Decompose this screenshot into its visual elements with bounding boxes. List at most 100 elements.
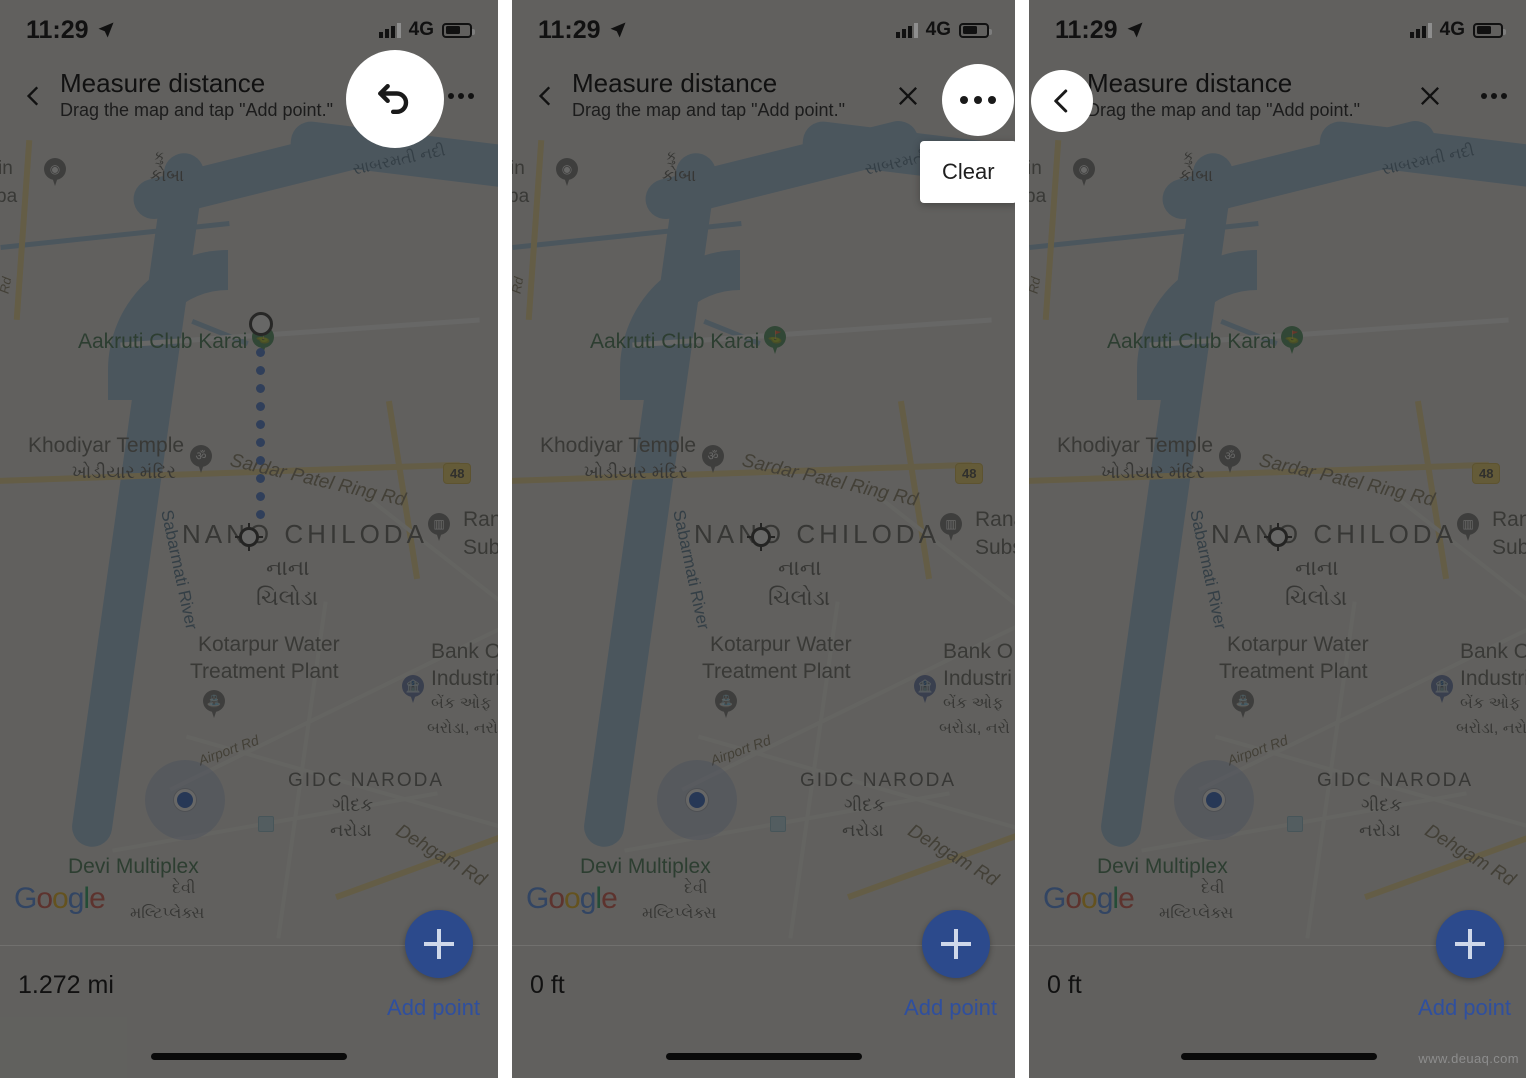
- map-label-left-rd: Rd: [1029, 275, 1044, 295]
- map-label-khodiyar-temple-gujarati: ખોડીયાર મંદિર: [1101, 462, 1205, 482]
- map-label-devi-multiplex: Devi Multiplex: [68, 855, 199, 878]
- close-button[interactable]: [1413, 79, 1447, 113]
- page-title: Measure distance: [1087, 68, 1293, 99]
- panel-2-overflow-menu-open: કુ કોબા સાબરમતી નદી in ba Rd Aakruti Clu…: [512, 0, 1015, 1078]
- map-label-rana-l1: Rana: [463, 508, 498, 531]
- map-label-gidc-gu1: ગીદક: [332, 795, 374, 815]
- add-point-label[interactable]: Add point: [904, 995, 997, 1021]
- undo-button-highlight[interactable]: [346, 50, 444, 148]
- measure-center-crosshair: [747, 523, 775, 551]
- map-label-nano-chiloda-gu1: નાના: [1295, 555, 1339, 580]
- map-label-bank-l1: Bank O: [431, 640, 498, 663]
- map-label-nano-chiloda-gu1: નાના: [266, 555, 310, 580]
- map-label-sardar-patel-ring-rd: Sardar Patel Ring Rd: [228, 450, 408, 511]
- menu-item-clear[interactable]: Clear: [920, 155, 1015, 189]
- add-point-fab[interactable]: [922, 910, 990, 978]
- back-button[interactable]: [14, 76, 54, 116]
- more-horizontal-icon: [960, 96, 996, 104]
- map-pin-kotarpur-plant[interactable]: ⛲: [715, 690, 737, 720]
- map-pin-bank-of-baroda[interactable]: 🏦: [402, 675, 424, 705]
- map-label-devi-gu1: દેવી: [684, 880, 708, 897]
- map-pin-rana-substation[interactable]: ▥: [428, 513, 450, 543]
- close-x-icon: [899, 87, 917, 105]
- map-label-bank-l1: Bank O: [943, 640, 1014, 663]
- map-label-gidc-naroda: GIDC NARODA: [800, 770, 957, 791]
- map-label-khodiyar-temple-gujarati: ખોડીયાર મંદિર: [72, 462, 176, 482]
- map-pin-khodiyar-temple[interactable]: ॐ: [190, 445, 212, 475]
- screenshot-triptych: કુ કોબા સાબરમતી નદી in ba Rd Aakruti Clu…: [0, 0, 1526, 1078]
- add-point-fab[interactable]: [1436, 910, 1504, 978]
- overflow-menu-button-highlight[interactable]: [942, 64, 1014, 136]
- map-pin-bank-of-baroda[interactable]: 🏦: [1431, 675, 1453, 705]
- add-point-label[interactable]: Add point: [1418, 995, 1511, 1021]
- map-pin-kotarpur-plant[interactable]: ⛲: [1232, 690, 1254, 720]
- site-watermark: www.deuaq.com: [1418, 1051, 1519, 1066]
- map-label-khodiyar-temple-gujarati: ખોડીયાર મંદિર: [584, 462, 688, 482]
- chevron-left-icon: [538, 86, 551, 106]
- map-label-gidc-gu2: નરોડા: [1359, 820, 1401, 840]
- add-point-label[interactable]: Add point: [387, 995, 480, 1021]
- map-pin-kotarpur-plant[interactable]: ⛲: [203, 690, 225, 720]
- panel-gap-2: [1015, 0, 1029, 1078]
- page-subtitle: Drag the map and tap "Add point.": [572, 100, 845, 121]
- status-bar: 11:29 4G: [512, 0, 1015, 60]
- panel-gap-1: [498, 0, 512, 1078]
- map-pin-koba[interactable]: ◉: [44, 158, 66, 188]
- map-label-nano-chiloda-gu2: ચિલોડા: [768, 585, 831, 610]
- map-label-bank-gu2: બરોડા, નરો: [939, 720, 1010, 737]
- map-pin-khodiyar-temple[interactable]: ॐ: [702, 445, 724, 475]
- map-label-aakruti-club: Aakruti Club Karai: [78, 330, 248, 353]
- map-label-left-rd: Rd: [512, 275, 527, 295]
- location-arrow-icon: [610, 22, 626, 38]
- map-label-kotarpur-l1: Kotarpur Water: [710, 633, 852, 656]
- close-button[interactable]: [891, 79, 925, 113]
- map-label-rana-l2: Subs: [1492, 536, 1526, 559]
- map-label-left-in: in: [1029, 158, 1042, 179]
- battery-icon: [1473, 22, 1506, 38]
- map-icon-transit[interactable]: [258, 816, 274, 832]
- panel-3-back-button-highlighted: કુ કોબા સાબરમતી નદી in ba Rd Aakruti Clu…: [1029, 0, 1526, 1078]
- app-header: Measure distance Drag the map and tap "A…: [512, 60, 1015, 132]
- map-label-aakruti-club: Aakruti Club Karai: [1107, 330, 1277, 353]
- map-label-koba-top: કુ: [152, 147, 167, 166]
- plus-icon: [1455, 929, 1485, 959]
- map-label-bank-gu1: બેંક ઓફ: [943, 695, 1004, 712]
- add-point-fab[interactable]: [405, 910, 473, 978]
- location-arrow-icon: [98, 22, 114, 38]
- page-subtitle: Drag the map and tap "Add point.": [1087, 100, 1360, 121]
- network-type: 4G: [925, 19, 951, 40]
- map-pin-khodiyar-temple[interactable]: ॐ: [1219, 445, 1241, 475]
- map-label-left-ba: ba: [1029, 186, 1047, 207]
- map-pin-koba[interactable]: ◉: [1073, 158, 1095, 188]
- map-pin-koba[interactable]: ◉: [556, 158, 578, 188]
- map-label-dehgam-rd: Dehgam Rd: [1421, 820, 1519, 891]
- map-pin-rana-substation[interactable]: ▥: [940, 513, 962, 543]
- map-label-rana-l1: Rana: [975, 508, 1015, 531]
- status-bar: 11:29 4G: [1029, 0, 1526, 60]
- back-button[interactable]: [526, 76, 566, 116]
- map-label-devi-multiplex: Devi Multiplex: [1097, 855, 1228, 878]
- overflow-menu-button[interactable]: [1477, 79, 1511, 113]
- battery-icon: [442, 22, 475, 38]
- map-label-nano-chiloda: NANO CHILODA: [182, 519, 428, 549]
- measure-start-point[interactable]: [249, 312, 273, 344]
- map-highway-shield-48: 48: [1472, 463, 1501, 484]
- plus-icon: [424, 929, 454, 959]
- map-label-nano-chiloda-gu2: ચિલોડા: [256, 585, 319, 610]
- map-label-nano-chiloda: NANO CHILODA: [694, 519, 940, 549]
- overflow-menu-button[interactable]: [444, 79, 478, 113]
- status-time: 11:29: [538, 15, 601, 44]
- map-pin-aakruti-club[interactable]: ⛳: [1281, 326, 1303, 356]
- map-label-devi-gu2: મલ્ટિપ્લેક્સ: [1159, 905, 1234, 922]
- map-pin-aakruti-club[interactable]: ⛳: [764, 326, 786, 356]
- close-x-icon: [1421, 87, 1439, 105]
- map-label-khodiyar-temple: Khodiyar Temple: [540, 434, 697, 457]
- map-icon-transit[interactable]: [1287, 816, 1303, 832]
- status-bar: 11:29 4G: [0, 0, 498, 60]
- map-pin-bank-of-baroda[interactable]: 🏦: [914, 675, 936, 705]
- map-icon-transit[interactable]: [770, 816, 786, 832]
- map-label-bank-l1: Bank O: [1460, 640, 1526, 663]
- back-button-highlight[interactable]: [1031, 70, 1093, 132]
- map-label-nano-chiloda-gu1: નાના: [778, 555, 822, 580]
- map-pin-rana-substation[interactable]: ▥: [1457, 513, 1479, 543]
